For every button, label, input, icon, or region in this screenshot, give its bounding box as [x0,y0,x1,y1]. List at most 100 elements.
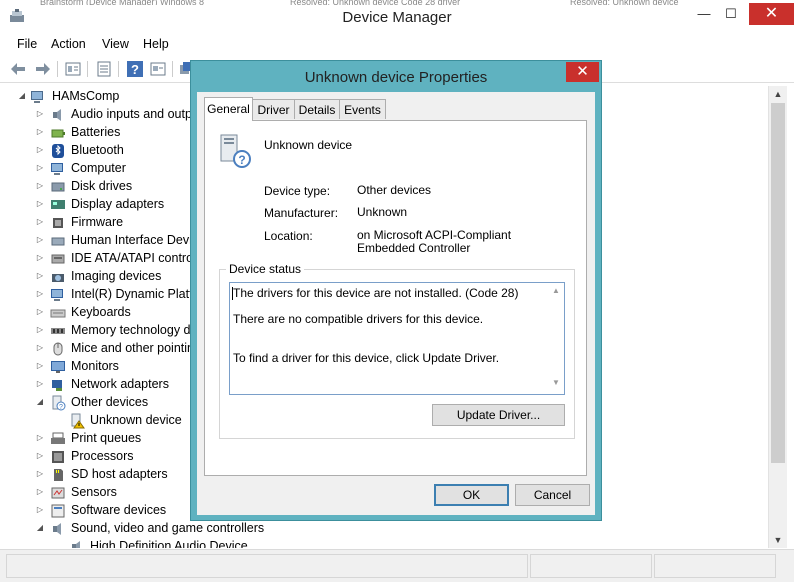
scroll-up-arrow-icon[interactable]: ▲ [769,86,787,102]
software-icon [51,504,65,518]
speaker-icon [53,523,61,535]
tree-item[interactable]: ◢ Sound, video and game controllers [8,520,328,538]
expander-expand-icon[interactable]: ▷ [35,289,45,299]
help-icon[interactable]: ? [126,60,144,78]
expander-expand-icon[interactable]: ▷ [35,325,45,335]
status-line-2: There are no compatible drivers for this… [233,312,484,326]
menu-view[interactable]: View [102,37,129,51]
tree-item-label: Sensors [71,485,117,499]
tree-root-label: HAMsComp [52,89,120,103]
svg-text:?: ? [238,153,245,167]
tree-item-label: SD host adapters [71,467,168,481]
expander-expand-icon[interactable]: ▷ [35,307,45,317]
menu-help[interactable]: Help [143,37,169,51]
svg-text:?: ? [59,404,63,411]
expander-expand-icon[interactable]: ▷ [35,253,45,263]
bluetooth-icon [52,144,64,158]
close-button[interactable]: ✕ [749,3,794,25]
expander-collapse-icon[interactable]: ◢ [35,397,45,407]
expander-expand-icon[interactable]: ▷ [35,361,45,371]
tab-general[interactable]: General [204,97,253,121]
expander-expand-icon[interactable]: ▷ [35,163,45,173]
computer-icon [51,163,63,175]
tree-item-label: Keyboards [71,305,131,319]
speaker-icon [72,541,80,548]
device-type-value: Other devices [357,183,432,197]
list-icon[interactable] [95,60,113,78]
expander-expand-icon[interactable]: ▷ [35,109,45,119]
expander-expand-icon[interactable]: ▷ [35,433,45,443]
tree-item[interactable]: High Definition Audio Device [8,538,328,548]
title-bar[interactable]: Brainstorm (Device Manager) Windows 8 Re… [0,0,794,33]
ok-button[interactable]: OK [434,484,509,506]
sensor-icon [51,487,65,499]
expander-expand-icon[interactable]: ▷ [35,181,45,191]
expander-expand-icon[interactable]: ▷ [35,235,45,245]
tab-driver[interactable]: Driver [252,99,295,119]
scroll-down-arrow-icon[interactable]: ▼ [769,532,787,548]
tree-item-label: IDE ATA/ATAPI contro [71,251,194,265]
speaker-icon [53,109,61,121]
window-title: Device Manager [342,9,452,26]
tab-events[interactable]: Events [339,99,386,119]
expander-expand-icon[interactable]: ▷ [35,487,45,497]
cancel-button[interactable]: Cancel [515,484,590,506]
expander-expand-icon[interactable]: ▷ [35,199,45,209]
tree-item-label: Intel(R) Dynamic Platfo [71,287,200,301]
expander-expand-icon[interactable]: ▷ [35,343,45,353]
tab-details[interactable]: Details [294,99,340,119]
toolbar-separator [118,61,119,77]
tree-item-label: Sound, video and game controllers [71,521,265,535]
behind-text-2: Resolved: Unknown device Code 28 driver [290,0,461,5]
dialog-close-button[interactable]: ✕ [566,62,599,82]
expander-expand-icon[interactable]: ▷ [35,127,45,137]
tree-item-label: Bluetooth [71,143,124,157]
manufacturer-label: Manufacturer: [264,206,339,220]
disk-icon [51,182,65,192]
view-icon[interactable] [149,60,167,78]
device-name: Unknown device [264,138,353,152]
menu-bar: File Action View Help [0,33,794,55]
toolbar-separator [57,61,58,77]
warning-icon [71,413,85,429]
back-icon[interactable] [10,60,28,78]
update-driver-button[interactable]: Update Driver... [432,404,565,426]
expander-collapse-icon[interactable]: ◢ [17,91,27,101]
properties-icon[interactable] [64,60,82,78]
dialog-body: General Driver Details Events ? Unknown … [197,92,595,515]
svg-text:?: ? [131,62,139,77]
computer-icon [51,289,63,301]
status-bar [0,549,794,582]
behind-text-1: Brainstorm (Device Manager) Windows 8 [40,0,205,5]
menu-action[interactable]: Action [51,37,86,51]
maximize-button[interactable]: ☐ [716,3,746,25]
expander-expand-icon[interactable]: ▷ [35,379,45,389]
location-value: on Microsoft ACPI-Compliant Embedded Con… [357,228,512,255]
tree-item-label: Processors [71,449,134,463]
expander-expand-icon[interactable]: ▷ [35,271,45,281]
expander-collapse-icon[interactable]: ◢ [35,523,45,533]
camera-icon [52,274,64,282]
expander-expand-icon[interactable]: ▷ [35,217,45,227]
general-tab-panel: ? Unknown device Device type: Other devi… [204,120,587,476]
expander-expand-icon[interactable]: ▷ [35,451,45,461]
vertical-scrollbar[interactable]: ▲ ▼ [768,86,787,548]
status-scroll-down-icon[interactable]: ▼ [550,378,562,390]
expander-expand-icon[interactable]: ▷ [35,145,45,155]
computer-icon [31,91,43,103]
display-icon [51,200,65,209]
scrollbar-thumb[interactable] [771,103,785,463]
tree-item-label: Mice and other pointin [71,341,194,355]
expander-expand-icon[interactable]: ▷ [35,505,45,515]
status-cell-main [6,554,528,578]
menu-file[interactable]: File [17,37,37,51]
forward-icon[interactable] [33,60,51,78]
tree-item-label: Batteries [71,125,121,139]
device-status-textbox[interactable]: The drivers for this device are not inst… [229,282,565,395]
device-status-legend: Device status [226,262,305,276]
status-scroll-up-icon[interactable]: ▲ [550,286,562,298]
expander-expand-icon[interactable]: ▷ [35,469,45,479]
status-line-1: The drivers for this device are not inst… [233,286,519,300]
minimize-button[interactable]: — [689,3,719,25]
other-icon: ? [52,395,66,411]
